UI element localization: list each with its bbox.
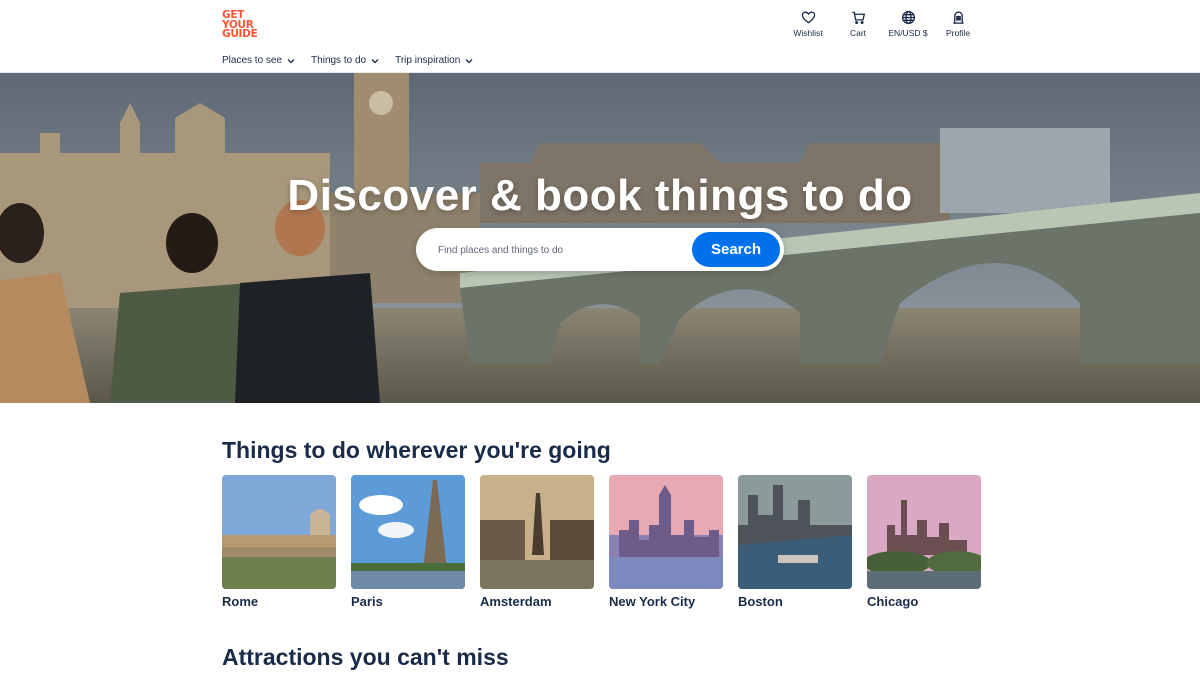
menu-things-to-do-label: Things to do xyxy=(311,55,367,66)
city-name: New York City xyxy=(609,594,696,609)
search-button[interactable]: Search xyxy=(692,232,780,267)
city-name: Chicago xyxy=(867,594,919,609)
boston-photo xyxy=(738,475,852,589)
hero-banner: Discover & book things to do Search xyxy=(0,73,1200,403)
menu-places-to-see[interactable]: Places to see xyxy=(222,55,295,66)
menu-trip-inspiration-label: Trip inspiration xyxy=(395,55,461,66)
destinations-list: Rome Paris Amsterdam New York City Bosto… xyxy=(222,475,981,609)
paris-photo xyxy=(351,475,465,589)
wishlist-label: Wishlist xyxy=(793,28,823,38)
city-image-boston xyxy=(738,475,852,589)
city-name: Rome xyxy=(222,594,259,609)
city-image-paris xyxy=(351,475,465,589)
city-image-new-york-city xyxy=(609,475,723,589)
city-card-boston[interactable]: Boston xyxy=(738,475,852,609)
hero-title: Discover & book things to do xyxy=(287,171,913,220)
chicago-photo xyxy=(867,475,981,589)
chevron-down-icon xyxy=(371,58,379,63)
city-name: Amsterdam xyxy=(480,594,552,609)
chevron-down-icon xyxy=(465,58,473,63)
site-header: GET YOUR GUIDE Wishlist Cart EN/USD $ Pr… xyxy=(0,0,1200,73)
city-image-chicago xyxy=(867,475,981,589)
city-card-rome[interactable]: Rome xyxy=(222,475,336,609)
chevron-down-icon xyxy=(287,58,295,63)
profile-label: Profile xyxy=(945,28,971,38)
city-card-amsterdam[interactable]: Amsterdam xyxy=(480,475,594,609)
city-image-amsterdam xyxy=(480,475,594,589)
city-card-new-york-city[interactable]: New York City xyxy=(609,475,723,609)
city-image-rome xyxy=(222,475,336,589)
header-actions: Wishlist Cart EN/USD $ Profile xyxy=(0,10,1200,42)
main-menu: Places to see Things to do Trip inspirat… xyxy=(222,55,473,66)
rome-photo xyxy=(222,475,336,589)
search-input[interactable] xyxy=(438,240,678,260)
language-currency-label: EN/USD $ xyxy=(888,28,928,38)
hero-search-bar: Search xyxy=(416,228,784,271)
profile-button[interactable]: Profile xyxy=(928,10,988,38)
menu-trip-inspiration[interactable]: Trip inspiration xyxy=(395,55,473,66)
destinations-heading: Things to do wherever you're going xyxy=(222,437,611,463)
menu-things-to-do[interactable]: Things to do xyxy=(311,55,379,66)
city-card-chicago[interactable]: Chicago xyxy=(867,475,981,609)
globe-icon xyxy=(901,10,915,25)
amsterdam-photo xyxy=(480,475,594,589)
city-card-paris[interactable]: Paris xyxy=(351,475,465,609)
attractions-heading: Attractions you can't miss xyxy=(222,644,509,670)
profile-icon xyxy=(952,11,964,24)
city-name: Boston xyxy=(738,594,783,609)
cart-label: Cart xyxy=(849,28,867,38)
new-york-city-photo xyxy=(609,475,723,589)
city-name: Paris xyxy=(351,594,383,609)
cart-icon xyxy=(851,11,865,24)
menu-places-to-see-label: Places to see xyxy=(222,55,283,66)
heart-icon xyxy=(801,11,815,24)
